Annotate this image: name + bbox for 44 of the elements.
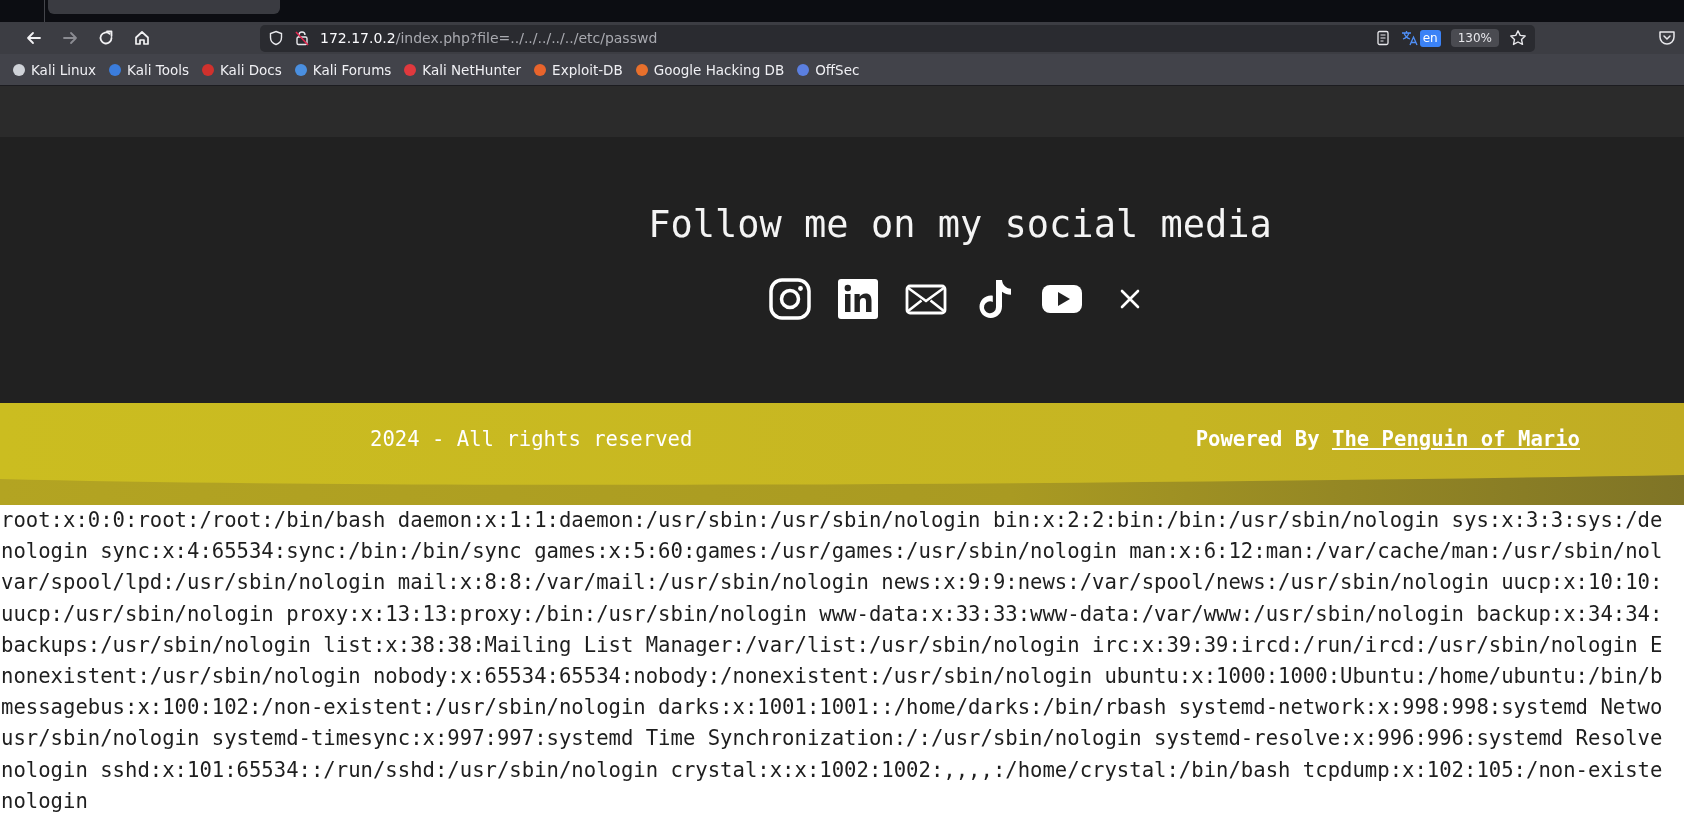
bookmark-link[interactable]: Kali Tools bbox=[127, 61, 189, 78]
file-content-line: backups:/usr/sbin/nologin list:x:38:38:Mailing List Manager:/var/list:/usr/sbin/nologin irc:x:39:39:ircd:/run/ircd:/usr/sbin/nologin E bbox=[0, 631, 1664, 659]
bookmark-favicon-icon bbox=[796, 62, 811, 77]
file-content-line: nologin sshd:x:101:65534::/run/sshd:/usr/sbin/nologin crystal:x:x:1002:1002:,,,,:/home/crystal:/bin/bash tcpdump:x:102:105:/non-existe bbox=[0, 756, 1664, 784]
file-content-line: var/spool/lpd:/usr/sbin/nologin mail:x:8:8:/var/mail:/usr/sbin/nologin news:x:9:9:news:/var/spool/news:/usr/sbin/nologin uucp:x:10:10: bbox=[0, 569, 1664, 597]
address-field[interactable]: 172.17.0.2/index.php?file=../../../../../etc/passwd bbox=[320, 30, 1365, 46]
pocket-icon[interactable] bbox=[1658, 29, 1676, 47]
shield-icon[interactable] bbox=[268, 30, 284, 46]
instagram-icon[interactable] bbox=[768, 277, 812, 321]
reload-icon[interactable] bbox=[97, 29, 115, 47]
bookmark-link[interactable]: Kali Forums bbox=[312, 61, 392, 78]
bookmark-link[interactable]: Exploit-DB bbox=[552, 61, 623, 78]
linkedin-icon[interactable] bbox=[836, 277, 880, 321]
social-heading: Follow me on my social media bbox=[648, 203, 1272, 247]
bookmark-favicon-icon bbox=[108, 62, 123, 77]
language-badge: en bbox=[1419, 29, 1441, 47]
bookmark-favicon-icon bbox=[293, 62, 308, 77]
bookmark-link[interactable]: OffSec bbox=[815, 61, 860, 78]
file-content-line: usr/sbin/nologin systemd-timesync:x:997:997:systemd Time Synchronization:/:/usr/sbin/nologin systemd-resolve:x:996:996:systemd Resolve bbox=[0, 725, 1664, 753]
file-content-line: nonexistent:/usr/sbin/nologin nobody:x:65534:65534:nobody:/nonexistent:/usr/sbin/nologin ubuntu:x:1000:1000:Ubuntu:/home/ubuntu:/bin/b bbox=[0, 663, 1664, 690]
bookmark-link[interactable]: Kali NetHunter bbox=[422, 61, 522, 78]
file-content-line: nologin sync:x:4:65534:sync:/bin:/bin/sync games:x:5:60:games:/usr/games:/usr/sbin/nologin man:x:6:12:man:/var/cache/man:/usr/sbin/nol bbox=[0, 538, 1664, 566]
bookmark-link[interactable]: Google Hacking DB bbox=[653, 61, 785, 78]
bookmark-favicon-icon bbox=[533, 62, 548, 77]
bookmark-favicon-icon bbox=[12, 62, 26, 77]
file-content-line: uucp:/usr/sbin/nologin proxy:x:13:13:proxy:/bin:/usr/sbin/nologin www-data:x:33:33:www-data:/var/www:/usr/sbin/nologin backup:x:34:34: bbox=[0, 600, 1664, 628]
bookmark-favicon-icon bbox=[403, 62, 418, 77]
file-content-line: messagebus:x:100:102:/non-existent:/usr/sbin/nologin darks:x:1001:1001::/home/darks:/bin/rbash systemd-network:x:998:998:systemd Netwo bbox=[0, 694, 1664, 722]
bookmark-star-icon[interactable] bbox=[1509, 29, 1527, 47]
translate-icon[interactable] bbox=[1400, 30, 1419, 46]
bookmark-link[interactable]: Kali Docs bbox=[220, 61, 282, 78]
zoom-level-button[interactable]: 130% bbox=[1450, 29, 1499, 47]
bookmark-favicon-icon bbox=[634, 62, 649, 77]
insecure-lock-icon[interactable] bbox=[294, 30, 310, 46]
copyright-text: 2024 - All rights reserved bbox=[370, 427, 693, 451]
reader-view-icon[interactable] bbox=[1374, 30, 1391, 46]
file-content-line: root:x:0:0:root:/root:/bin/bash daemon:x:1:1:daemon:/usr/sbin:/usr/sbin/nologin bin:x:2:2:bin:/bin:/usr/sbin/nologin sys:x:3:3:sys:/de bbox=[0, 507, 1664, 534]
bookmark-favicon-icon bbox=[201, 62, 215, 77]
back-icon[interactable] bbox=[25, 29, 43, 47]
close-x-icon[interactable] bbox=[1119, 288, 1141, 310]
home-icon[interactable] bbox=[133, 29, 151, 47]
powered-by-text: Powered By bbox=[1195, 427, 1321, 451]
file-content-line: nologin bbox=[0, 787, 89, 815]
bookmark-link[interactable]: Kali Linux bbox=[31, 61, 97, 78]
